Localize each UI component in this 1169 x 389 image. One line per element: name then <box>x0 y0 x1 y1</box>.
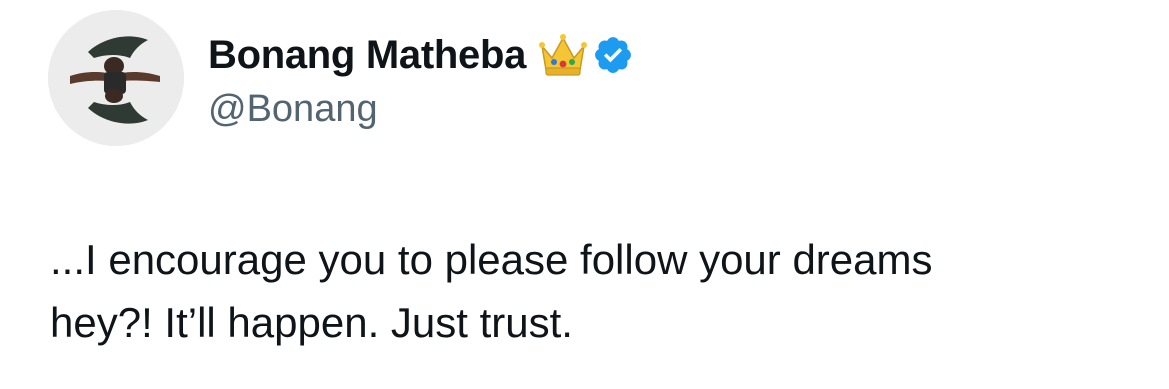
tweet-text-line: ...I encourage you to please follow your… <box>50 236 933 283</box>
tweet-card: Bonang Matheba @Bonang ...I encourage yo… <box>0 0 1169 389</box>
crown-emoji-icon <box>538 32 588 78</box>
tweet-text-line: hey?! It’ll happen. Just trust. <box>50 299 573 346</box>
avatar-image <box>48 10 184 146</box>
author-display-name[interactable]: Bonang Matheba <box>208 33 526 78</box>
tweet-text: ...I encourage you to please follow your… <box>50 228 1150 354</box>
avatar[interactable] <box>48 10 184 146</box>
author-name-row: Bonang Matheba <box>208 28 634 82</box>
author-handle[interactable]: @Bonang <box>208 88 378 131</box>
verified-badge-icon[interactable] <box>592 34 634 76</box>
